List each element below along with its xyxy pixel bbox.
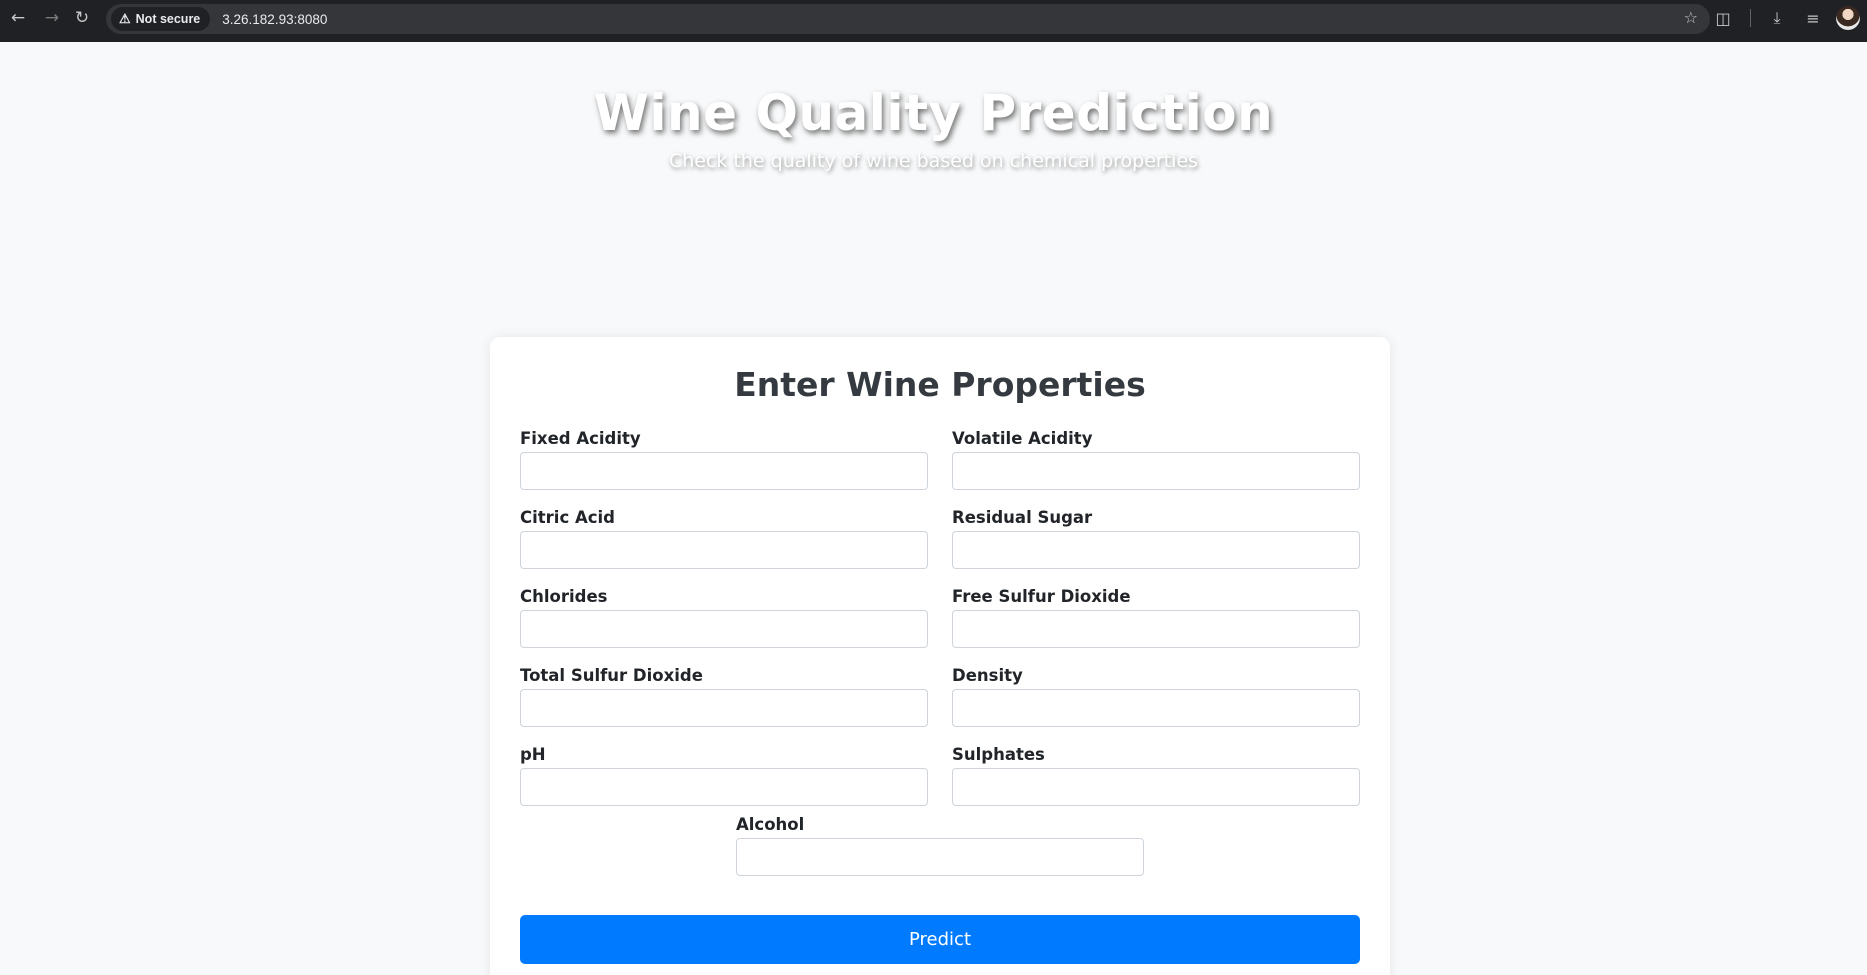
free-sulfur-dioxide-input[interactable] [952, 610, 1360, 648]
residual-sugar-input[interactable] [952, 531, 1360, 569]
security-label: Not secure [135, 12, 201, 26]
reload-icon[interactable]: ↻ [64, 0, 100, 36]
form-grid: Fixed Acidity Volatile Acidity Citric Ac… [520, 429, 1360, 806]
extensions-icon[interactable]: ◫ [1708, 0, 1738, 36]
predict-button[interactable]: Predict [520, 915, 1360, 964]
field-sulphates: Sulphates [952, 745, 1360, 806]
field-residual-sugar: Residual Sugar [952, 508, 1360, 569]
field-label: Fixed Acidity [520, 429, 641, 448]
url-text[interactable]: 3.26.182.93:8080 [222, 12, 327, 27]
field-label: Chlorides [520, 587, 608, 606]
field-alcohol: Alcohol [736, 815, 1144, 876]
field-label: Citric Acid [520, 508, 615, 527]
alcohol-input[interactable] [736, 838, 1144, 876]
field-label: Residual Sugar [952, 508, 1093, 527]
field-label: Alcohol [736, 815, 805, 834]
fixed-acidity-input[interactable] [520, 452, 928, 490]
field-label: Free Sulfur Dioxide [952, 587, 1131, 606]
field-citric-acid: Citric Acid [520, 508, 928, 569]
browser-toolbar: ← → ↻ ⚠ Not secure 3.26.182.93:8080 ☆ ◫ … [0, 0, 1867, 42]
field-label: Density [952, 666, 1023, 685]
warning-icon: ⚠ [119, 11, 131, 26]
field-label: Volatile Acidity [952, 429, 1093, 448]
field-fixed-acidity: Fixed Acidity [520, 429, 928, 490]
wine-form-card: Enter Wine Properties Fixed Acidity Vola… [490, 337, 1390, 975]
field-density: Density [952, 666, 1360, 727]
citric-acid-input[interactable] [520, 531, 928, 569]
field-total-sulfur-dioxide: Total Sulfur Dioxide [520, 666, 928, 727]
volatile-acidity-input[interactable] [952, 452, 1360, 490]
page-subtitle: Check the quality of wine based on chemi… [668, 150, 1199, 172]
field-label: Sulphates [952, 745, 1045, 764]
profile-avatar[interactable] [1836, 6, 1860, 30]
field-ph: pH [520, 745, 928, 806]
field-volatile-acidity: Volatile Acidity [952, 429, 1360, 490]
page-title: Wine Quality Prediction [593, 84, 1274, 142]
download-icon[interactable]: ⤓ [1762, 0, 1792, 36]
field-chlorides: Chlorides [520, 587, 928, 648]
back-icon[interactable]: ← [0, 0, 36, 36]
form-title: Enter Wine Properties [734, 365, 1146, 404]
field-label: pH [520, 745, 546, 764]
total-sulfur-dioxide-input[interactable] [520, 689, 928, 727]
chlorides-input[interactable] [520, 610, 928, 648]
page-header: Wine Quality Prediction Check the qualit… [0, 42, 1867, 172]
ph-input[interactable] [520, 768, 928, 806]
bookmark-star-icon[interactable]: ☆ [1684, 8, 1698, 27]
field-free-sulfur-dioxide: Free Sulfur Dioxide [952, 587, 1360, 648]
reading-list-icon[interactable]: ≡ [1798, 0, 1828, 36]
site-info-chip[interactable]: ⚠ Not secure [111, 7, 211, 31]
field-label: Total Sulfur Dioxide [520, 666, 703, 685]
sulphates-input[interactable] [952, 768, 1360, 806]
toolbar-divider [1750, 9, 1751, 27]
address-bar[interactable]: ⚠ Not secure 3.26.182.93:8080 ☆ [106, 4, 1710, 34]
density-input[interactable] [952, 689, 1360, 727]
